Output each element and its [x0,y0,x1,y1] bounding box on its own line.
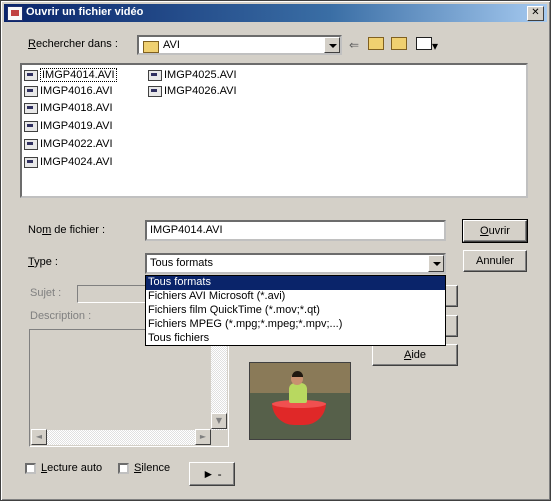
video-file-icon [148,69,162,81]
autoplay-checkbox[interactable] [25,463,36,474]
video-file-icon [24,156,38,168]
silence-checkbox[interactable] [118,463,129,474]
video-file-icon [24,120,38,132]
silence-label: Silence [134,462,171,474]
open-video-dialog: Ouvrir un fichier vidéo ✕ Rechercher dan… [0,0,551,501]
video-file-icon [24,138,38,150]
file-item[interactable]: IMGP4026.AVI [148,83,237,99]
close-icon: ✕ [531,7,540,18]
type-option-all-files[interactable]: Tous fichiers [146,332,445,346]
help-button[interactable]: Aide [372,344,458,366]
new-folder-icon[interactable] [390,37,408,53]
app-icon [7,6,23,21]
scroll-down-icon[interactable]: ▼ [211,413,227,429]
chevron-down-icon[interactable] [324,37,340,53]
file-type-dropdown[interactable]: Tous formats Fichiers AVI Microsoft (*.a… [145,275,446,346]
close-button[interactable]: ✕ [527,6,544,21]
file-type-label: Type : [28,256,58,268]
video-file-icon [24,102,38,114]
file-item[interactable]: IMGP4024.AVI [24,154,113,170]
up-folder-icon[interactable] [367,37,385,53]
file-item[interactable]: IMGP4018.AVI [24,100,113,116]
file-item[interactable]: IMGP4025.AVI [148,67,237,83]
look-in-combo[interactable]: AVI [137,35,342,55]
scroll-right-icon[interactable]: ► [195,429,211,445]
file-item[interactable]: IMGP4016.AVI [24,83,113,99]
play-button[interactable]: ► - [189,462,235,486]
subject-label: Sujet : [30,287,62,299]
description-hscrollbar[interactable] [31,430,211,445]
cancel-button[interactable]: Annuler [463,250,527,272]
play-icon: ► - [202,467,222,481]
file-name-label: Nom de fichier : [28,224,106,236]
type-option-all-formats[interactable]: Tous formats [146,276,445,290]
look-in-label: Rechercher dans : [28,38,118,50]
file-type-combo[interactable]: Tous formats [145,253,446,274]
file-name-input[interactable]: IMGP4014.AVI [145,220,446,241]
back-arrow-icon[interactable]: ⇐ [345,37,363,53]
video-file-icon [24,69,38,81]
video-file-icon [24,85,38,97]
file-item[interactable]: IMGP4019.AVI [24,118,113,134]
open-button[interactable]: Ouvrir [462,219,528,243]
title-bar[interactable]: Ouvrir un fichier vidéo ✕ [4,4,547,22]
view-menu-icon[interactable]: ▾ [414,37,440,53]
type-option-avi[interactable]: Fichiers AVI Microsoft (*.avi) [146,290,445,304]
chevron-down-icon[interactable] [428,255,444,272]
type-option-mpeg[interactable]: Fichiers MPEG (*.mpg;*.mpeg;*.mpv;...) [146,318,445,332]
scroll-left-icon[interactable]: ◄ [31,429,47,445]
video-file-icon [148,85,162,97]
description-label: Description : [30,310,92,322]
file-item[interactable]: IMGP4022.AVI [24,136,113,152]
file-item[interactable]: IMGP4014.AVI [24,67,117,83]
type-option-quicktime[interactable]: Fichiers film QuickTime (*.mov;*.qt) [146,304,445,318]
autoplay-label: Lecture auto [41,462,103,474]
video-preview-thumbnail [249,362,351,440]
file-list[interactable]: IMGP4014.AVI IMGP4016.AVI IMGP4018.AVI I… [20,63,528,198]
window-title: Ouvrir un fichier vidéo [26,6,144,18]
subject-field [77,285,147,303]
folder-icon [143,41,159,53]
